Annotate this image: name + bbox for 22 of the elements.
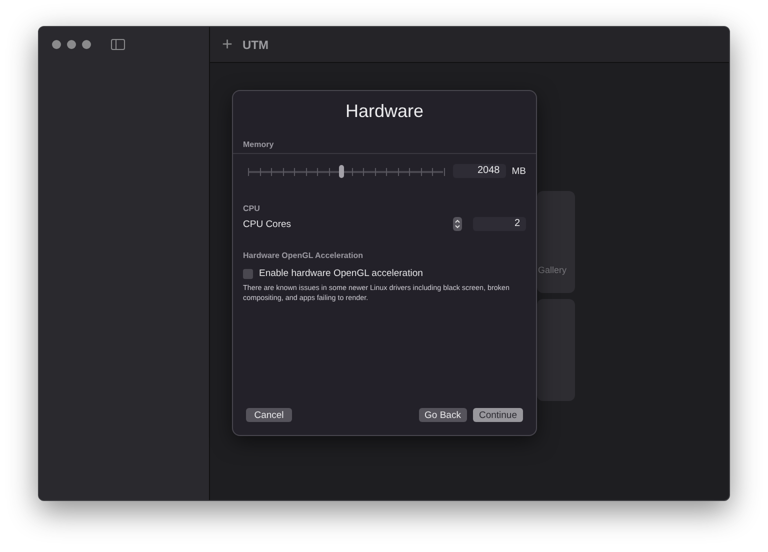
back-button[interactable]: Go Back bbox=[418, 408, 467, 422]
cancel-button[interactable]: Cancel bbox=[246, 408, 292, 422]
add-button[interactable]: + bbox=[222, 34, 233, 55]
section-heading: Memory bbox=[242, 139, 275, 151]
section-heading: CPU bbox=[242, 203, 261, 215]
opengl-checkbox[interactable] bbox=[243, 268, 253, 278]
checkbox-label[interactable]: Enable hardware OpenGL acceleration bbox=[259, 268, 423, 279]
window-title: UTM bbox=[242, 38, 269, 52]
cpu-cores-label: CPU Cores bbox=[243, 218, 292, 230]
card-label: Gallery bbox=[538, 265, 567, 275]
unit-label: MB bbox=[512, 166, 526, 176]
dialog-title: Hardware bbox=[344, 100, 425, 123]
section-heading: Hardware OpenGL Acceleration bbox=[242, 250, 364, 262]
minimize-button[interactable] bbox=[67, 40, 76, 49]
cpu-cores-field[interactable]: 2 bbox=[473, 217, 526, 231]
slider-thumb[interactable] bbox=[339, 164, 344, 178]
memory-field[interactable]: 2048 bbox=[453, 164, 506, 178]
stepper-icon[interactable] bbox=[453, 217, 462, 231]
zoom-button[interactable] bbox=[82, 40, 91, 49]
sidebar-toggle-icon[interactable] bbox=[111, 39, 125, 50]
close-button[interactable] bbox=[52, 40, 61, 49]
continue-button[interactable]: Continue bbox=[472, 408, 523, 422]
